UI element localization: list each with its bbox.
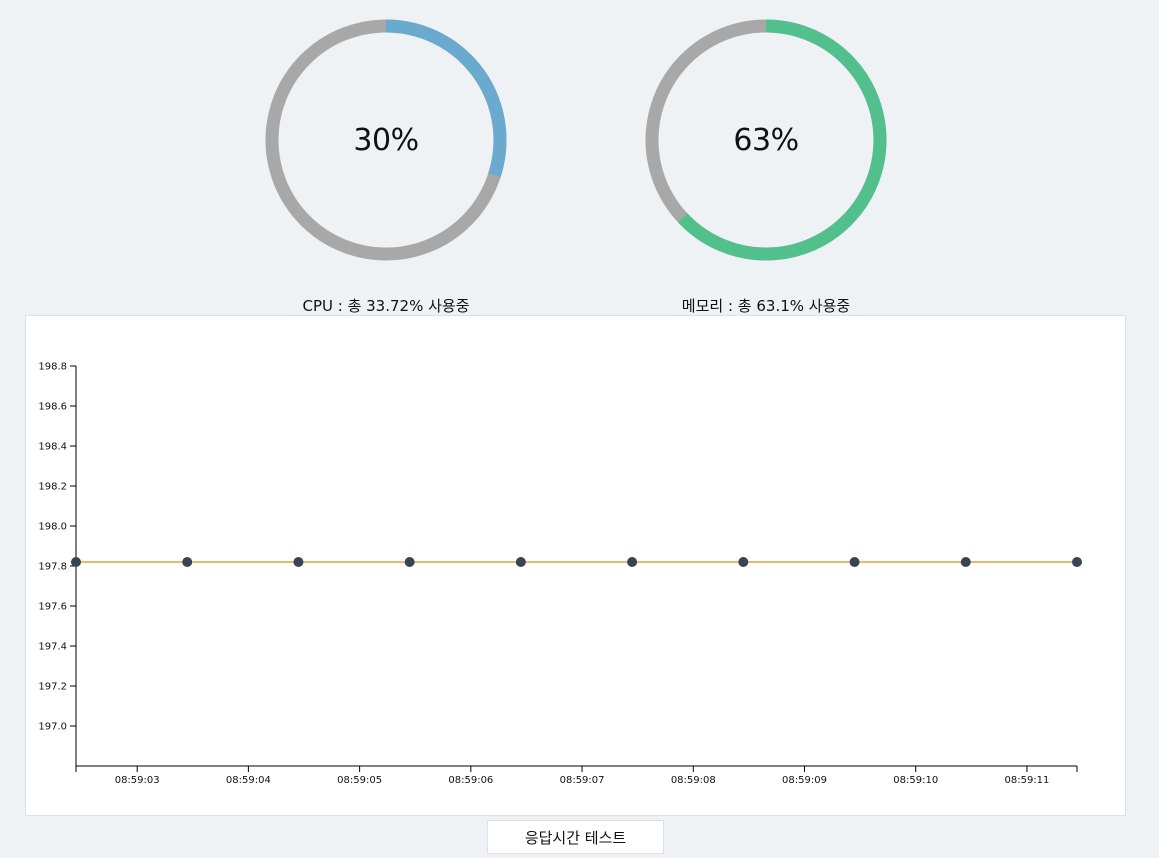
response-time-test-button[interactable]: 응답시간 테스트 bbox=[487, 820, 664, 854]
data-point bbox=[182, 557, 193, 567]
data-point bbox=[515, 557, 526, 567]
x-tick-label: 08:59:08 bbox=[671, 775, 716, 786]
response-time-chart-svg: 197.0 197.2 197.4 197.6 197.8 198.0 198.2 198.4… bbox=[38, 362, 1082, 786]
y-tick-label: 197.6 bbox=[38, 602, 67, 613]
y-tick-label: 197.4 bbox=[38, 642, 67, 653]
y-tick-label: 197.2 bbox=[38, 682, 67, 693]
y-tick-label: 198.2 bbox=[38, 482, 67, 493]
y-tick-label: 198.0 bbox=[38, 522, 67, 533]
y-tick-label: 197.8 bbox=[38, 562, 67, 573]
memory-usage-caption: 메모리 : 총 63.1% 사용중 bbox=[681, 297, 851, 315]
data-point bbox=[293, 557, 304, 567]
data-point bbox=[849, 557, 860, 567]
x-tick-label: 08:59:05 bbox=[337, 775, 382, 786]
x-tick-label: 08:59:03 bbox=[115, 775, 160, 786]
y-tick-label: 198.4 bbox=[38, 442, 67, 453]
x-tick-label: 08:59:07 bbox=[560, 775, 605, 786]
x-tick-label: 08:59:10 bbox=[893, 775, 938, 786]
data-point bbox=[71, 557, 81, 567]
data-point bbox=[1072, 557, 1082, 567]
y-tick-label: 198.8 bbox=[38, 362, 67, 373]
data-point bbox=[627, 557, 638, 567]
x-tick-label: 08:59:09 bbox=[782, 775, 827, 786]
cpu-usage-caption: CPU : 총 33.72% 사용중 bbox=[302, 297, 470, 315]
x-tick-label: 08:59:06 bbox=[448, 775, 493, 786]
data-point bbox=[404, 557, 415, 567]
cpu-gauge: 30% bbox=[265, 19, 507, 261]
data-point bbox=[738, 557, 749, 567]
x-tick-label: 08:59:11 bbox=[1004, 775, 1049, 786]
y-tick-label: 197.0 bbox=[38, 722, 67, 733]
x-tick-label: 08:59:04 bbox=[226, 775, 271, 786]
memory-gauge: 63% bbox=[645, 19, 887, 261]
data-point bbox=[960, 557, 971, 567]
response-time-chart: 197.0 197.2 197.4 197.6 197.8 198.0 198.2 198.4… bbox=[25, 315, 1126, 816]
cpu-percent-label: 30% bbox=[353, 122, 419, 158]
memory-percent-label: 63% bbox=[733, 122, 799, 158]
y-tick-label: 198.6 bbox=[38, 402, 67, 413]
